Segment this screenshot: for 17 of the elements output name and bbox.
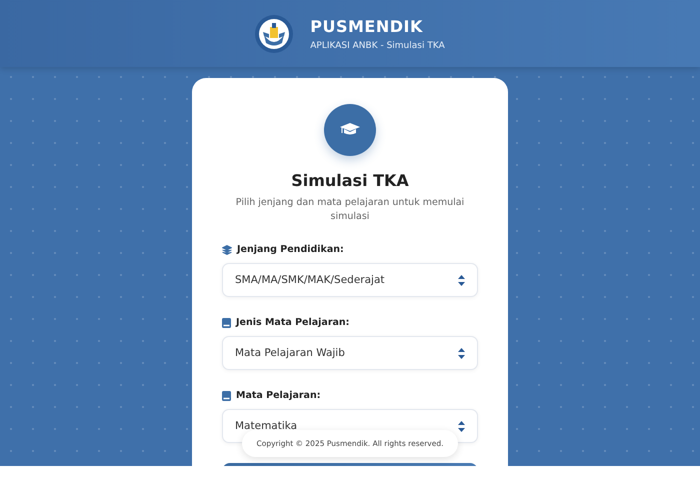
graduation-cap-icon <box>324 104 376 156</box>
field-label: Jenis Mata Pelajaran: <box>236 317 350 328</box>
select-field[interactable]: Mata Pelajaran Wajib <box>222 336 478 370</box>
app-title: PUSMENDIK <box>310 16 424 36</box>
sort-icon <box>458 274 465 286</box>
card-description: Pilih jenjang dan mata pelajaran untuk memulai simulasi <box>234 196 466 224</box>
sort-icon <box>458 348 465 358</box>
sort-icon <box>458 420 465 432</box>
book-icon <box>222 390 231 400</box>
card-title: Simulasi TKA <box>290 171 410 190</box>
field-label: Jenjang Pendidikan: <box>237 244 344 255</box>
book-icon <box>222 318 231 328</box>
app-subtitle: APLIKASI ANBK - Simulasi TKA <box>310 40 445 50</box>
layers-icon <box>222 244 232 254</box>
select-field[interactable]: SMA/MA/SMK/MAK/Sederajat <box>222 263 478 297</box>
logo-icon <box>255 14 294 52</box>
field-label: Mata Pelajaran: <box>236 390 321 401</box>
